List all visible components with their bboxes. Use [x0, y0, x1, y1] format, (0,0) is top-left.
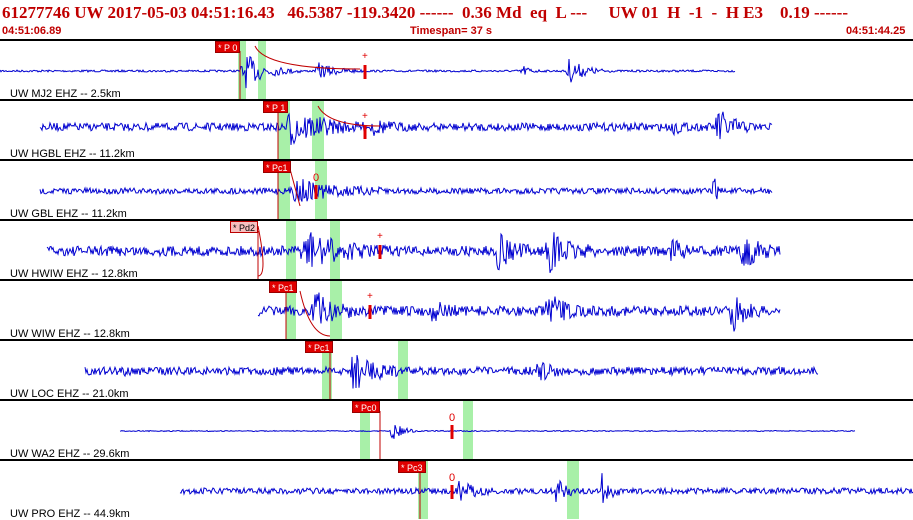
amplitude-plus: + [377, 231, 383, 242]
trace-panel-mj2[interactable]: + * P 0 UW MJ2 EHZ -- 2.5km [0, 39, 913, 99]
phase-pick-label[interactable]: * Pc1 [263, 161, 291, 173]
trace-panel-hwiw[interactable]: + * Pd2 UW HWIW EHZ -- 12.8km [0, 219, 913, 279]
channel-label: UW GBL EHZ -- 11.2km [10, 208, 127, 219]
amplitude-marker [450, 485, 454, 499]
amplitude-zero-label: 0 [313, 172, 319, 184]
amplitude-marker [378, 245, 382, 259]
channel-label: UW PRO EHZ -- 44.9km [10, 508, 130, 519]
amplitude-marker [363, 65, 367, 79]
waveform-wa2: 0 [119, 401, 856, 459]
coda-curve [317, 105, 381, 127]
time-window [463, 401, 473, 459]
phase-pick-label[interactable]: * P 1 [263, 101, 289, 113]
trace-panel-wiw[interactable]: + * Pc1 UW WIW EHZ -- 12.8km [0, 279, 913, 339]
channel-label: UW HGBL EHZ -- 11.2km [10, 148, 135, 159]
phase-pick-label[interactable]: * Pc0 [352, 401, 380, 413]
waveform-pro: 0 [179, 461, 913, 519]
waveform-hgbl: + [39, 101, 773, 159]
phase-pick-label[interactable]: * P 0 [215, 41, 241, 53]
trace-panel-pro[interactable]: 0 * Pc3 UW PRO EHZ -- 44.9km [0, 459, 913, 519]
trace-panel-hgbl[interactable]: + * P 1 UW HGBL EHZ -- 11.2km [0, 99, 913, 159]
phase-pick-label[interactable]: * Pc3 [398, 461, 426, 473]
channel-label: UW HWIW EHZ -- 12.8km [10, 268, 138, 279]
amplitude-zero-label: 0 [449, 412, 455, 424]
coda-curve [254, 45, 361, 70]
channel-label: UW WIW EHZ -- 12.8km [10, 328, 130, 339]
trace-panel-gbl[interactable]: 0 * Pc1 UW GBL EHZ -- 11.2km [0, 159, 913, 219]
channel-label: UW WA2 EHZ -- 29.6km [10, 448, 130, 459]
event-summary: 61277746 UW 2017-05-03 04:51:16.43 46.53… [2, 3, 848, 22]
end-time: 04:51:44.25 [846, 25, 906, 37]
waveform-trace [39, 111, 773, 145]
event-header: 61277746 UW 2017-05-03 04:51:16.43 46.53… [0, 0, 913, 40]
waveform-trace [84, 355, 819, 389]
amplitude-plus: + [362, 111, 368, 122]
phase-pick-label[interactable]: * Pc1 [269, 281, 297, 293]
waveform-trace [119, 425, 856, 439]
waveform-mj2: + [0, 41, 736, 99]
channel-label: UW LOC EHZ -- 21.0km [10, 388, 129, 399]
waveform-trace [179, 473, 913, 503]
amplitude-marker [314, 185, 318, 199]
waveform-loc [84, 341, 819, 399]
waveform-wiw: + [257, 281, 781, 339]
amplitude-plus: + [367, 291, 373, 302]
waveform-gbl: 0 [39, 161, 773, 219]
time-window [330, 281, 342, 339]
phase-pick-label[interactable]: * Pc1 [305, 341, 333, 353]
trace-panel-loc[interactable]: * Pc1 UW LOC EHZ -- 21.0km [0, 339, 913, 399]
channel-label: UW MJ2 EHZ -- 2.5km [10, 88, 121, 99]
waveform-trace [46, 232, 781, 274]
amplitude-marker [450, 425, 454, 439]
phase-pick-label[interactable]: * Pd2 [230, 221, 259, 233]
timespan: Timespan= 37 s [410, 25, 493, 37]
waveform-trace [39, 178, 773, 203]
start-time: 04:51:06.89 [2, 25, 62, 37]
amplitude-zero-label: 0 [449, 472, 455, 484]
amplitude-marker [363, 125, 367, 139]
amplitude-plus: + [362, 51, 368, 62]
trace-panel-wa2[interactable]: 0 * Pc0 UW WA2 EHZ -- 29.6km [0, 399, 913, 459]
seismogram-panels[interactable]: + * P 0 UW MJ2 EHZ -- 2.5km + * P 1 UW H… [0, 39, 913, 520]
amplitude-marker [368, 305, 372, 319]
